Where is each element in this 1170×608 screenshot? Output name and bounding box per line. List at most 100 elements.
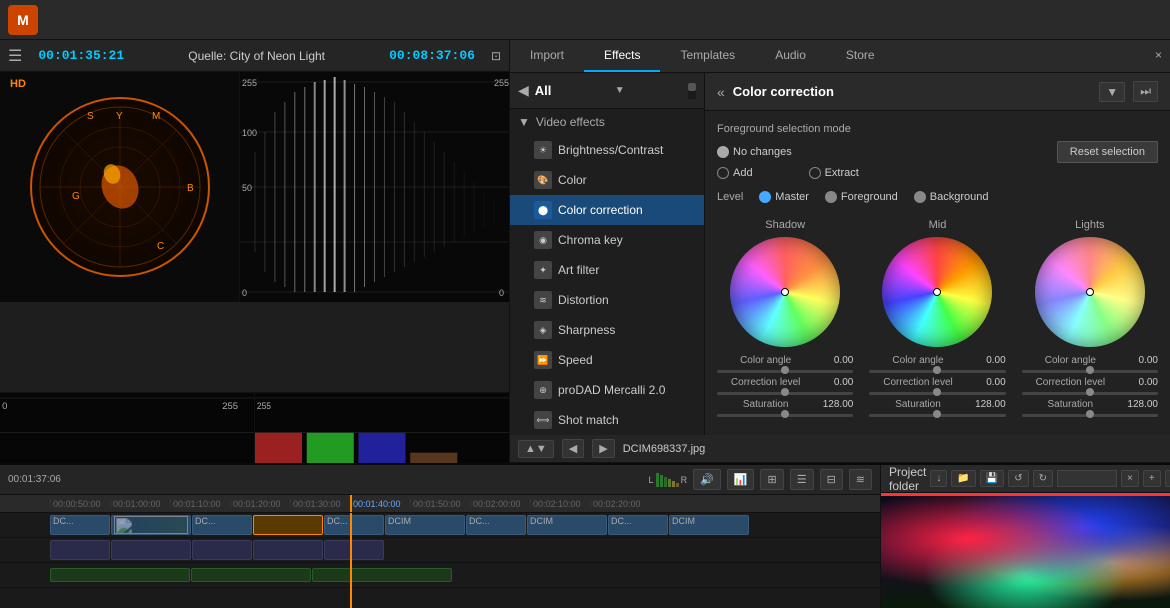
color-label: Color [558, 173, 587, 187]
lights-saturation-slider-row [1022, 414, 1158, 417]
effects-item-chroma-key[interactable]: ◉ Chroma key [510, 225, 704, 255]
no-changes-radio[interactable]: No changes [717, 146, 792, 158]
background-level[interactable]: Background [914, 191, 989, 203]
nav-fwd-arrow[interactable]: ▶ [592, 439, 614, 458]
track-clip-1j[interactable]: DCIM [669, 515, 749, 535]
foreground-level[interactable]: Foreground [825, 191, 898, 203]
effects-tabs: Import Effects Templates Audio Store × [510, 40, 1170, 73]
effects-item-shot-match[interactable]: ⟺ Shot match [510, 405, 704, 435]
lights-saturation-slider[interactable] [1022, 414, 1158, 417]
track-clip-1a[interactable]: DC... [50, 515, 110, 535]
effects-item-art-filter[interactable]: ✦ Art filter [510, 255, 704, 285]
lights-wheel-dot[interactable] [1086, 288, 1094, 296]
shadow-correction-label: Correction level [717, 377, 814, 388]
mid-angle-slider[interactable] [869, 370, 1005, 373]
audio-bar-6 [676, 483, 679, 487]
nav-back-arrow[interactable]: ◀ [562, 439, 584, 458]
lights-saturation-row: Saturation 128.00 [1022, 399, 1158, 410]
mid-params: Color angle 0.00 Correction level [869, 355, 1005, 417]
effects-item-brightness[interactable]: ☀ Brightness/Contrast [510, 135, 704, 165]
shadow-saturation-label: Saturation [717, 399, 814, 410]
extract-radio[interactable]: Extract [809, 167, 859, 179]
lights-title: Lights [1022, 219, 1158, 231]
detail-view-button[interactable]: ⊟ [820, 469, 843, 490]
mid-wheel-dot[interactable] [933, 288, 941, 296]
track-clip-1c[interactable]: DC... [192, 515, 252, 535]
track-clip-2a[interactable] [50, 540, 110, 560]
tab-templates[interactable]: Templates [660, 40, 755, 72]
waveform-view-button[interactable]: ≋ [849, 469, 872, 490]
mid-correction-slider[interactable] [869, 392, 1005, 395]
tab-effects[interactable]: Effects [584, 40, 660, 72]
mid-saturation-slider[interactable] [869, 414, 1005, 417]
grid-view-button[interactable]: ⊞ [760, 469, 783, 490]
track-clip-1h[interactable]: DCIM [527, 515, 607, 535]
audio-bar-3 [664, 477, 667, 487]
effects-item-distortion[interactable]: ≋ Distortion [510, 285, 704, 315]
track-clip-1e[interactable]: DC... [324, 515, 384, 535]
track-clip-1b[interactable] [111, 515, 191, 535]
shadow-angle-row: Color angle 0.00 [717, 355, 853, 366]
cc-skip-button[interactable]: ⏭ [1133, 81, 1158, 102]
shadow-color-wheel[interactable] [730, 237, 840, 347]
list-view-button[interactable]: ☰ [790, 469, 814, 490]
effects-dropdown-icon[interactable]: ▼ [615, 85, 625, 96]
effects-item-color-correction[interactable]: ⬤ Color correction [510, 195, 704, 225]
track-clip-2b[interactable] [111, 540, 191, 560]
track-clip-3b[interactable] [191, 568, 311, 582]
project-search-input[interactable] [1057, 470, 1117, 487]
track-clip-1g[interactable]: DC... [466, 515, 526, 535]
tab-store[interactable]: Store [826, 40, 895, 72]
effects-category-video[interactable]: ▼ Video effects [510, 109, 704, 135]
track-clip-3c[interactable] [312, 568, 452, 582]
tab-import[interactable]: Import [510, 40, 584, 72]
menu-icon[interactable]: ☰ [8, 46, 22, 66]
project-undo-button[interactable]: ↺ [1008, 470, 1028, 487]
project-redo-button[interactable]: ↻ [1033, 470, 1053, 487]
track-clip-2c[interactable] [192, 540, 252, 560]
track-clip-3a[interactable] [50, 568, 190, 582]
effects-close-button[interactable]: × [1147, 40, 1170, 72]
track-clip-1f[interactable]: DCIM [385, 515, 465, 535]
add-radio[interactable]: Add [717, 167, 753, 179]
effects-back-button[interactable]: ◀ [518, 82, 529, 99]
expand-icon[interactable]: ⊡ [491, 49, 501, 63]
lights-correction-slider[interactable] [1022, 392, 1158, 395]
cc-dropdown-button[interactable]: ▼ [1099, 82, 1125, 102]
project-add-button[interactable]: + [1143, 470, 1161, 487]
shadow-wheel-dot[interactable] [781, 288, 789, 296]
shadow-correction-slider[interactable] [717, 392, 853, 395]
track-clip-1i[interactable]: DC... [608, 515, 668, 535]
track-clip-2e[interactable] [324, 540, 384, 560]
color-correction-label: Color correction [558, 203, 643, 217]
project-folder-button[interactable]: 📁 [951, 470, 975, 487]
lights-angle-slider[interactable] [1022, 370, 1158, 373]
track-clip-2d[interactable] [253, 540, 323, 560]
mid-color-wheel[interactable] [882, 237, 992, 347]
source-name-label: Quelle: City of Neon Light [140, 49, 373, 63]
reset-selection-button[interactable]: Reset selection [1057, 141, 1158, 163]
lights-color-wheel[interactable] [1035, 237, 1145, 347]
nav-collapse-button[interactable]: ▲▼ [518, 440, 554, 458]
audio-icon-button[interactable]: 🔊 [693, 469, 721, 490]
effects-item-speed[interactable]: ⏩ Speed [510, 345, 704, 375]
project-download-button[interactable]: ↓ [930, 470, 947, 487]
effects-item-prodad[interactable]: ⊕ proDAD Mercalli 2.0 [510, 375, 704, 405]
ruler-mark-4: 00:01:20:00 [230, 499, 290, 509]
master-level[interactable]: Master [759, 191, 809, 203]
lights-correction-thumb [1086, 388, 1094, 396]
project-save-button[interactable]: 💾 [980, 470, 1004, 487]
shadow-saturation-slider[interactable] [717, 414, 853, 417]
tab-audio[interactable]: Audio [755, 40, 826, 72]
project-grid-button[interactable]: ⊞ [1165, 470, 1170, 487]
meter-icon-button[interactable]: 📊 [727, 469, 755, 490]
shadow-angle-slider[interactable] [717, 370, 853, 373]
cc-back-button[interactable]: « [717, 84, 725, 100]
speed-icon: ⏩ [534, 351, 552, 369]
lights-saturation-value: 128.00 [1123, 399, 1158, 410]
track-clip-1d[interactable] [253, 515, 323, 535]
mid-angle-thumb [933, 366, 941, 374]
project-search-close[interactable]: × [1121, 470, 1139, 487]
effects-item-color[interactable]: 🎨 Color [510, 165, 704, 195]
effects-item-sharpness[interactable]: ◈ Sharpness [510, 315, 704, 345]
